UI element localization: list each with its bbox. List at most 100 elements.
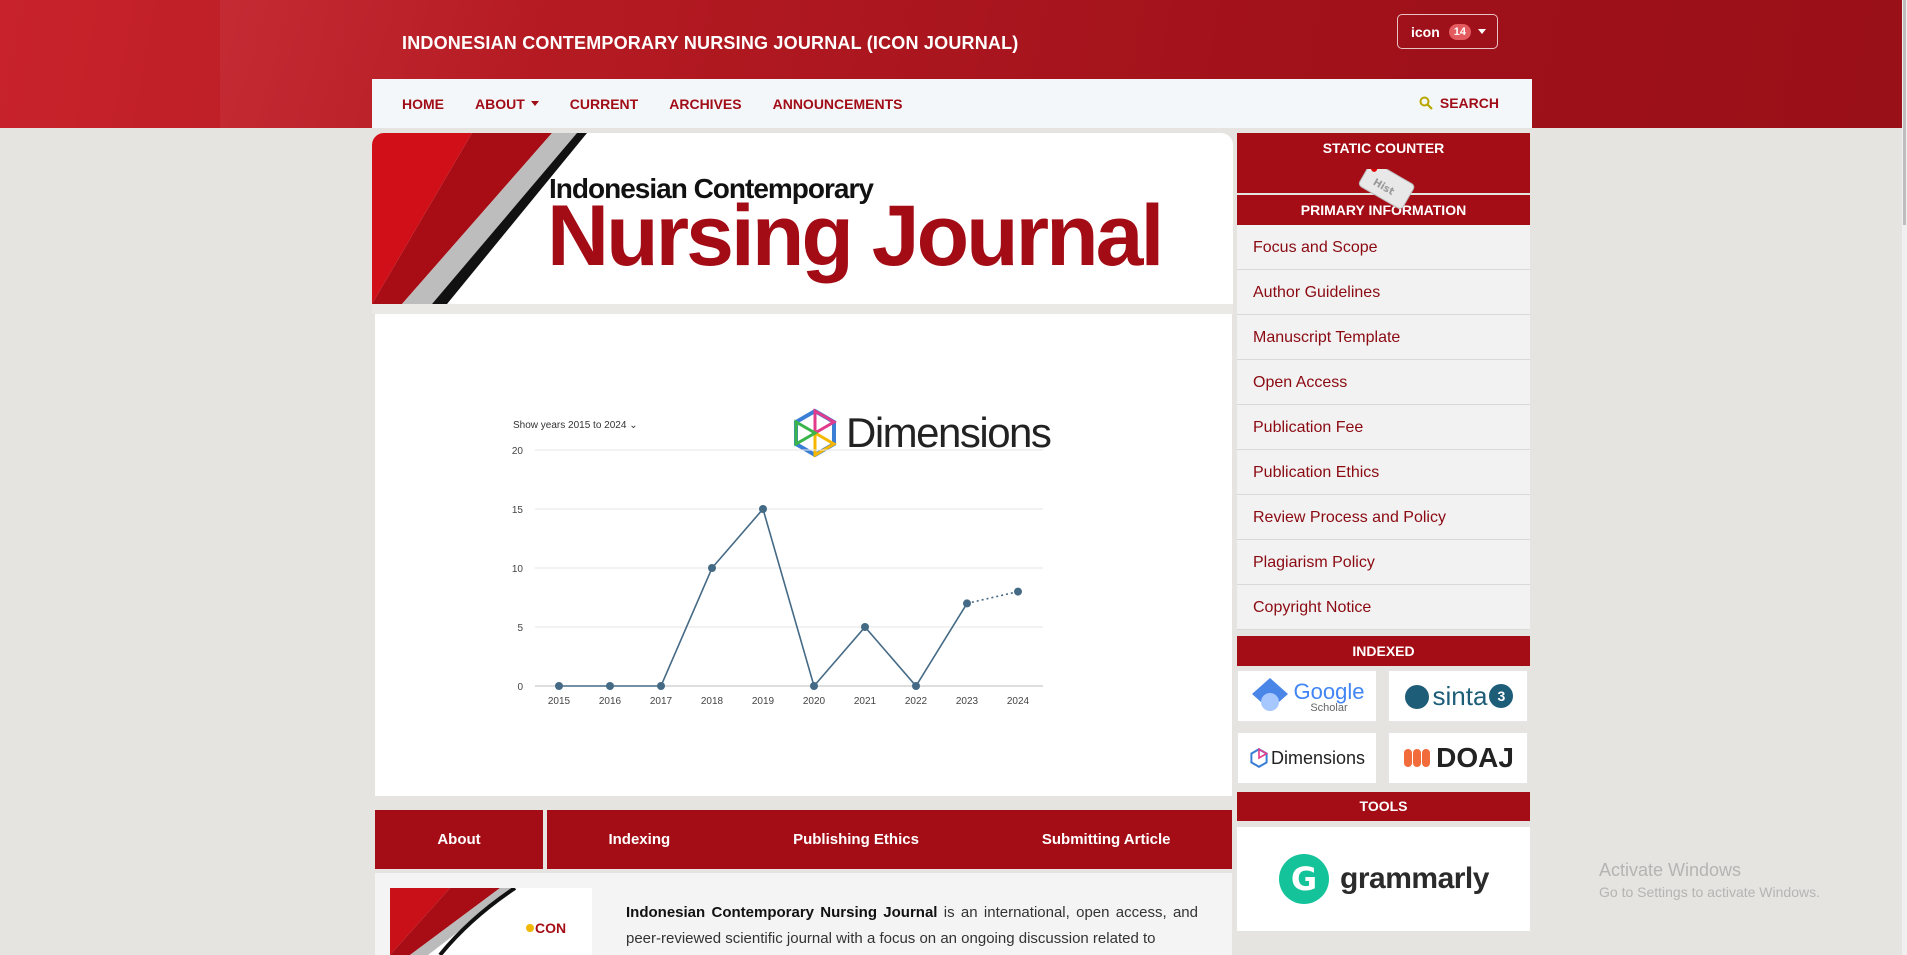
grammarly-icon: G [1279, 854, 1330, 904]
sidebar-link-open-access[interactable]: Open Access [1237, 360, 1530, 405]
about-description: Indonesian Contemporary Nursing Journal … [626, 900, 1198, 952]
x-tick-label: 2022 [905, 696, 928, 707]
nav-about-label: ABOUT [475, 95, 525, 112]
banner-title: Nursing Journal [547, 188, 1164, 284]
cover-swoosh: CON [390, 888, 566, 955]
x-tick-label: 2021 [854, 696, 877, 707]
tab-publishing-ethics[interactable]: Publishing Ethics [793, 810, 919, 869]
histats-counter-icon[interactable]: Hist [1341, 169, 1421, 209]
citations-line-chart: 0 5 10 15 20 2015 2016 2017 2018 2019 2020 2021 2022… [512, 446, 1043, 707]
notification-badge: 14 [1448, 23, 1472, 40]
journal-name: Indonesian Contemporary Nursing Journal [626, 904, 938, 921]
doaj-text: DOAJ [1436, 742, 1514, 773]
nav-home[interactable]: HOME [402, 96, 444, 112]
x-tick-label: 2019 [752, 696, 775, 707]
nav-current-label: CURRENT [569, 95, 639, 112]
x-tick-label: 2016 [599, 696, 622, 707]
main-navbar: HOME ABOUT CURRENT ARCHIVES ANNOUNCEMENT… [372, 79, 1532, 128]
data-point [606, 682, 614, 690]
y-tick-label: 10 [512, 564, 524, 575]
info-tabs-rest: Indexing Publishing Ethics Submitting Ar… [547, 810, 1232, 869]
nav-archives-label: ARCHIVES [669, 95, 742, 112]
info-tabs: About Indexing Publishing Ethics Submitt… [375, 810, 1232, 869]
google-scholar-logo[interactable]: Google Scholar [1237, 670, 1377, 722]
series-line [559, 507, 968, 688]
sidebar-link-publication-fee[interactable]: Publication Fee [1237, 405, 1530, 450]
data-point [1014, 587, 1022, 596]
user-menu-button[interactable]: icon 14 [1397, 14, 1498, 49]
doaj-icon [1404, 749, 1431, 767]
watermark-line2: Go to Settings to activate Windows. [1599, 884, 1820, 900]
data-point [963, 599, 971, 608]
y-tick-label: 15 [512, 505, 524, 516]
x-tick-label: 2018 [701, 696, 724, 707]
google-scholar-text: Google [1293, 678, 1365, 704]
tab-submitting-article[interactable]: Submitting Article [1041, 810, 1171, 869]
journal-cover-thumbnail: CON [390, 888, 592, 955]
sinta-text: sinta [1432, 680, 1488, 711]
sinta-rank-badge: 3 [1489, 684, 1514, 708]
about-section: CON Indonesian Contemporary Nursing Jour… [375, 873, 1232, 955]
journal-banner: Indonesian Contemporary Nursing Journal [372, 133, 1233, 304]
chevron-down-icon [530, 101, 539, 106]
sidebar-link-author-guidelines[interactable]: Author Guidelines [1237, 270, 1530, 315]
sinta-icon [1404, 685, 1429, 709]
dimensions-index-logo[interactable]: Dimensions [1237, 732, 1377, 784]
y-tick-label: 0 [517, 682, 523, 693]
data-point [912, 682, 920, 690]
indexed-title: INDEXED [1237, 636, 1530, 666]
nav-about[interactable]: ABOUT [475, 96, 539, 112]
series-projected-line [966, 590, 1019, 605]
nav-announcements-label: ANNOUNCEMENTS [772, 95, 903, 112]
nav-home-label: HOME [402, 95, 444, 112]
sidebar-link-manuscript-template[interactable]: Manuscript Template [1237, 315, 1530, 360]
static-counter-title: STATIC COUNTER [1322, 140, 1445, 156]
site-title[interactable]: INDONESIAN CONTEMPORARY NURSING JOURNAL … [402, 33, 1019, 54]
nav-archives[interactable]: ARCHIVES [669, 96, 741, 112]
sidebar-link-focus-scope[interactable]: Focus and Scope [1237, 225, 1530, 270]
x-tick-label: 2024 [1007, 696, 1030, 707]
primary-info-list: Focus and Scope Author Guidelines Manusc… [1237, 225, 1530, 630]
banner-divider [372, 304, 1233, 314]
x-tick-label: 2020 [803, 696, 826, 707]
grammarly-text: grammarly [1340, 862, 1489, 895]
dimensions-chart-panel: Show years 2015 to 2024 ⌄ Dimensions 051… [375, 314, 1232, 796]
data-point [759, 505, 767, 513]
user-label: icon [1411, 23, 1440, 40]
data-point [708, 564, 716, 572]
sidebar-link-review-process[interactable]: Review Process and Policy [1237, 495, 1530, 540]
x-tick-label: 2017 [650, 696, 673, 707]
sidebar: STATIC COUNTER Hist PRIMARY INFORMATION … [1237, 133, 1530, 931]
sidebar-link-publication-ethics[interactable]: Publication Ethics [1237, 450, 1530, 495]
sidebar-link-plagiarism-policy[interactable]: Plagiarism Policy [1237, 540, 1530, 585]
windows-activation-watermark: Activate Windows Go to Settings to activ… [1599, 860, 1820, 900]
nav-announcements[interactable]: ANNOUNCEMENTS [773, 96, 903, 112]
nav-current[interactable]: CURRENT [570, 96, 638, 112]
data-point [555, 682, 563, 690]
chevron-down-icon [1478, 29, 1487, 34]
tools-title: TOOLS [1237, 792, 1530, 821]
x-tick-label: 2023 [956, 696, 979, 707]
dimensions-index-text: Dimensions [1270, 747, 1366, 768]
y-tick-label: 5 [517, 623, 523, 634]
search-label: SEARCH [1439, 95, 1499, 111]
search-link[interactable]: SEARCH [1419, 95, 1499, 111]
svg-text:G: G [1291, 860, 1317, 898]
tab-indexing[interactable]: Indexing [608, 810, 671, 869]
doaj-logo[interactable]: DOAJ [1388, 732, 1528, 784]
tab-about[interactable]: About [375, 810, 543, 869]
sidebar-link-copyright-notice[interactable]: Copyright Notice [1237, 585, 1530, 630]
y-tick-label: 20 [512, 446, 524, 457]
x-tick-label: 2015 [548, 696, 571, 707]
grammarly-tool[interactable]: G grammarly [1237, 827, 1530, 931]
indexed-logos: Google Scholar sinta 3 Dimensions DOAJ [1237, 666, 1530, 788]
google-scholar-icon [1251, 678, 1288, 711]
data-point [657, 682, 665, 690]
scrollbar-thumb[interactable] [1903, 0, 1906, 225]
sinta-logo[interactable]: sinta 3 [1388, 670, 1528, 722]
static-counter-block: STATIC COUNTER Hist [1237, 133, 1530, 209]
data-point [810, 682, 818, 690]
dimensions-small-icon [1250, 748, 1269, 768]
search-icon [1419, 96, 1433, 110]
svg-text:CON: CON [535, 920, 566, 936]
